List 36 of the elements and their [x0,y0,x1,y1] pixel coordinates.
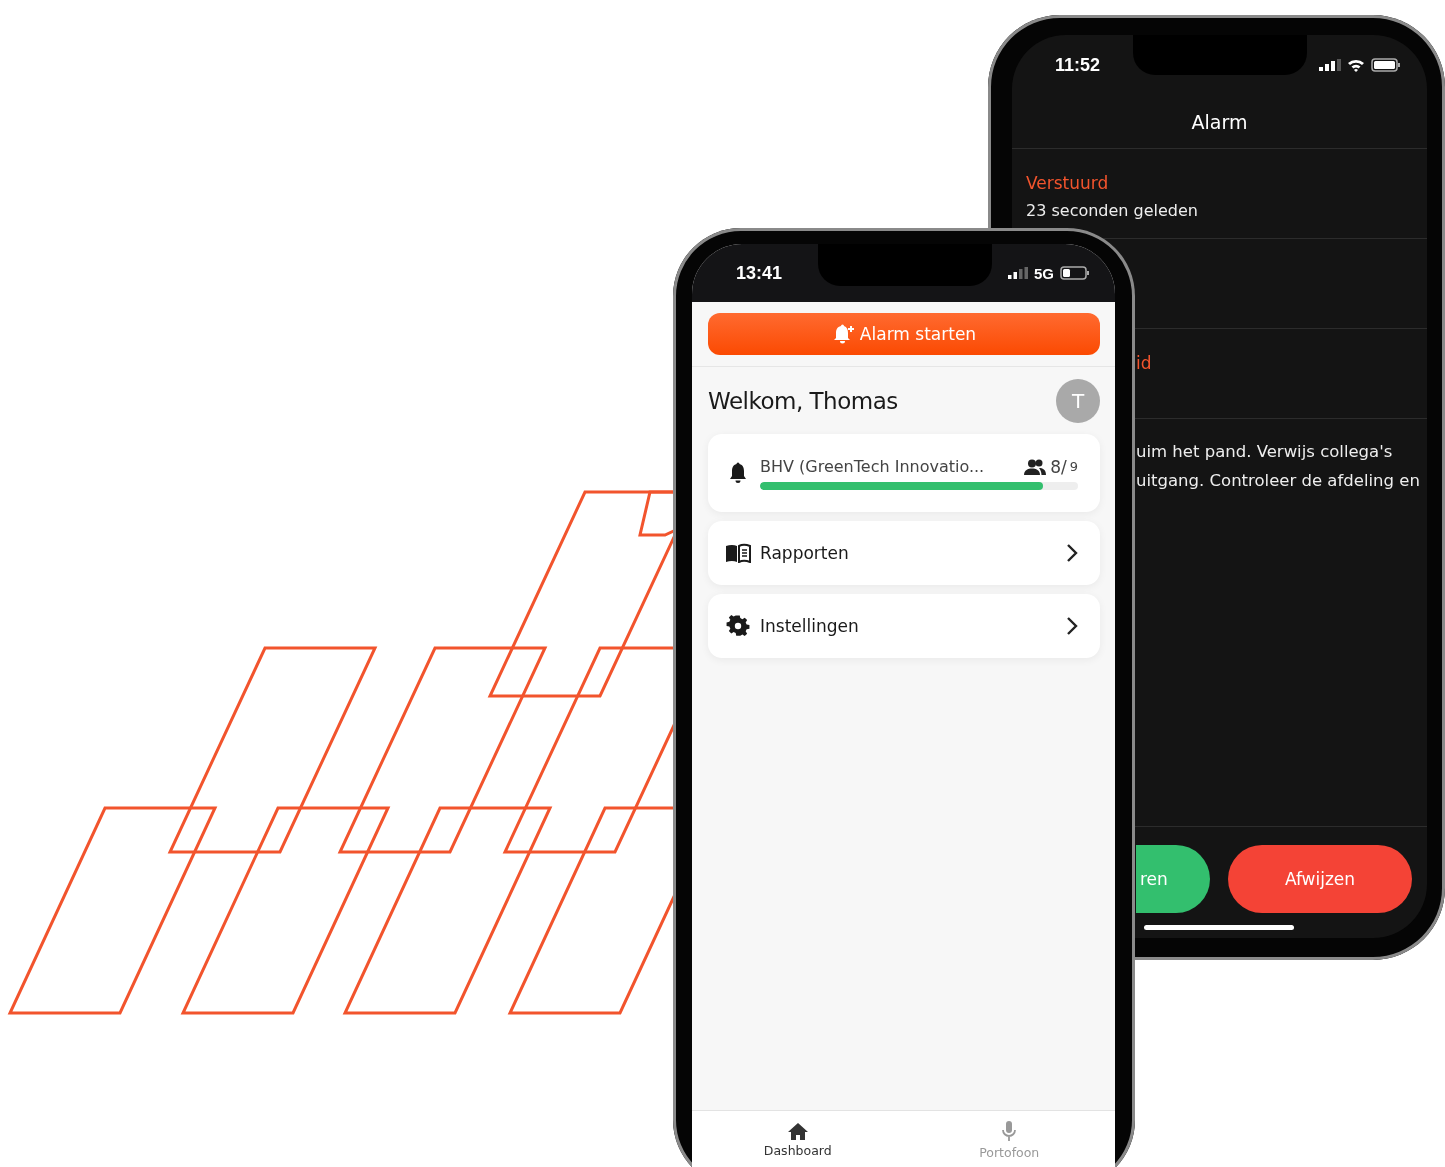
network-label: 5G [1034,264,1054,282]
book-icon [725,543,751,563]
group-card[interactable]: BHV (GreenTech Innovatio... 8/ 9 [708,434,1100,512]
field-label: Verstuurd [1026,172,1110,195]
chevron-right-icon [1066,543,1078,563]
chevron-right-icon [1066,616,1078,636]
field-label: id [1136,352,1153,375]
battery-icon [1060,266,1090,280]
alarm-button[interactable]: Alarm starten [708,313,1100,355]
welcome-heading: Welkom, Thomas [708,387,898,414]
message-text: uitgang. Controleer de afdeling en [1136,470,1421,492]
reject-button[interactable]: Afwijzen [1228,845,1412,913]
microphone-icon [1001,1119,1018,1142]
settings-icon [725,615,751,637]
menu-item[interactable]: Rapporten [708,521,1100,585]
field-value: 23 seconden geleden [1026,200,1199,222]
wifi-icon [1347,58,1365,72]
avatar[interactable]: T [1056,378,1100,423]
nav-tab[interactable]: Dashboard [692,1111,904,1167]
nav-tab[interactable]: Portofoon [903,1111,1115,1167]
signal-icon [1319,59,1341,71]
home-icon [786,1121,809,1140]
member-total: 9 [1069,459,1078,474]
member-count: 8/ [1050,456,1067,477]
signal-icon [1008,267,1028,279]
status-time: 11:52 [1055,54,1101,76]
menu-label: Rapporten [760,543,850,563]
accept-button[interactable]: ren [1136,845,1210,913]
group-name: BHV (GreenTech Innovatio... [760,457,986,476]
battery-icon [1371,58,1401,72]
menu-label: Instellingen [760,616,860,636]
people-icon [1024,458,1047,475]
screen-title: Alarm [1012,95,1427,149]
status-time: 13:41 [736,262,783,284]
menu-item[interactable]: Instellingen [708,594,1100,658]
message-text: uim het pand. Verwijs collega's [1136,441,1394,463]
